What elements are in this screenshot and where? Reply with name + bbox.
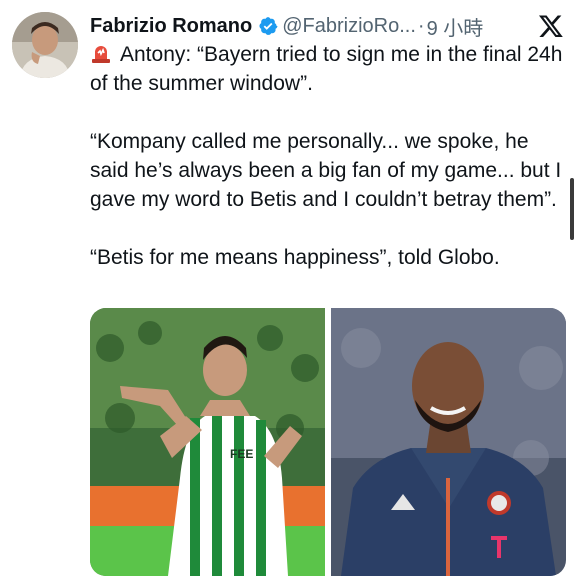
media-photo-1[interactable]: FEE	[90, 308, 325, 576]
tweet-timestamp[interactable]: 9 小時	[427, 12, 484, 41]
shirt-sponsor-text: FEE	[230, 447, 253, 461]
meta-separator: ·	[417, 14, 425, 37]
tweet-paragraph-1-text: Antony: “Bayern tried to sign me in the …	[90, 43, 563, 95]
author-name[interactable]: Fabrizio Romano	[90, 15, 252, 38]
author-avatar[interactable]	[12, 12, 78, 78]
media-photo-2[interactable]	[331, 308, 566, 576]
coach-photo-image	[331, 308, 566, 576]
author-handle[interactable]: @FabrizioRo...	[282, 15, 416, 38]
tweet-paragraph-1: Antony: “Bayern tried to sign me in the …	[90, 40, 570, 98]
tweet-header: Fabrizio Romano @FabrizioRo... · 9 小時	[90, 12, 483, 40]
tweet-media-grid[interactable]: FEE	[90, 308, 566, 576]
player-photo-image: FEE	[90, 308, 325, 576]
verified-badge-icon	[259, 17, 278, 35]
tweet-paragraph-3: “Betis for me means happiness”, told Glo…	[90, 246, 500, 269]
avatar-image	[12, 12, 78, 78]
siren-emoji-icon	[92, 46, 110, 63]
tweet-paragraph-2: “Kompany called me personally... we spok…	[90, 130, 562, 211]
scrollbar-thumb[interactable]	[570, 178, 574, 240]
x-logo-icon[interactable]	[538, 13, 564, 39]
tweet-text: Antony: “Bayern tried to sign me in the …	[90, 40, 570, 272]
